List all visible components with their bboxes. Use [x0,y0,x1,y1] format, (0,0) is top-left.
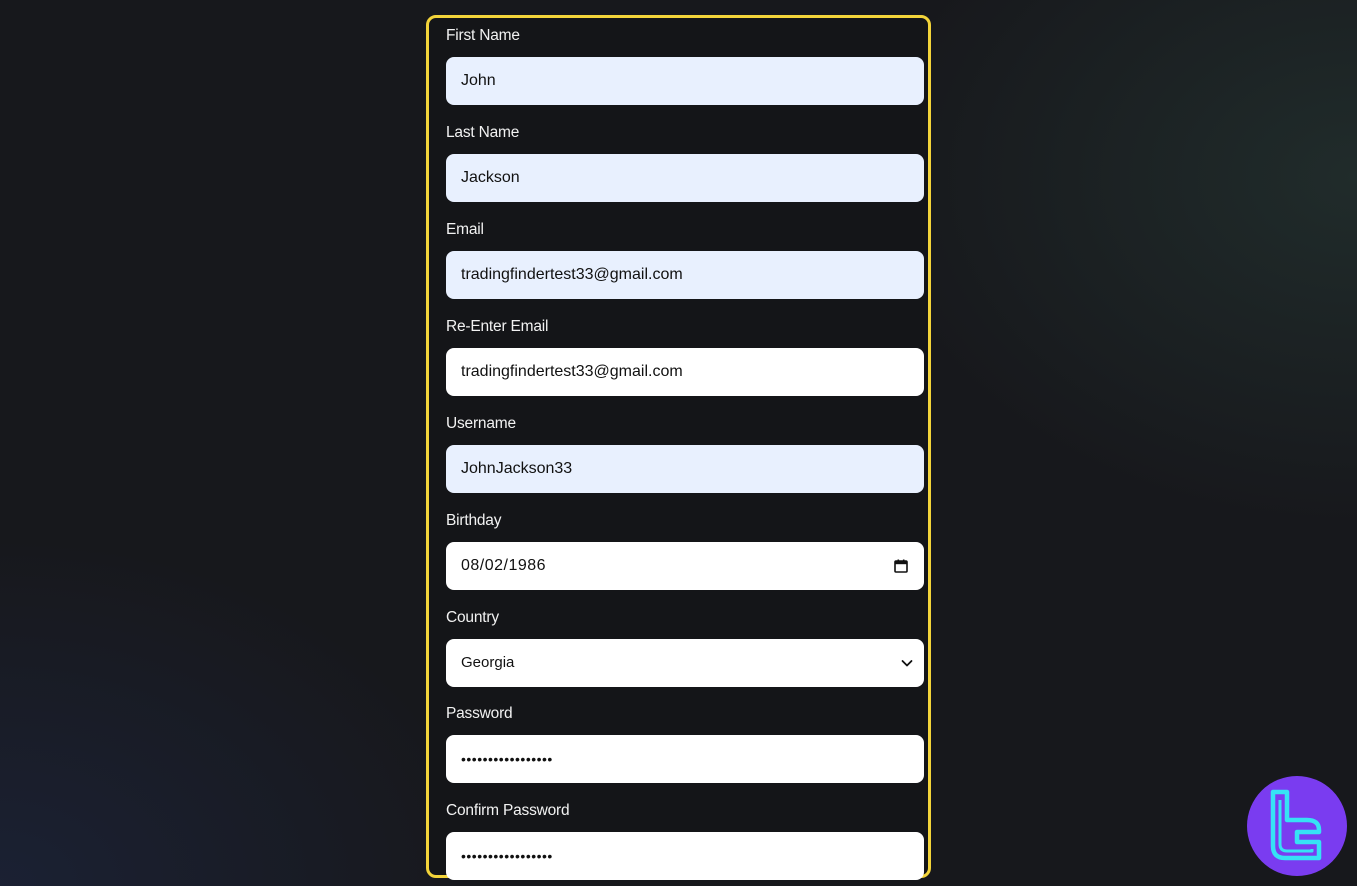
password-input[interactable]: ••••••••••••••••• [446,735,924,783]
password-value: ••••••••••••••••• [461,751,553,767]
username-value: JohnJackson33 [461,460,573,477]
last-name-value: Jackson [461,169,520,186]
password-label: Password [446,705,513,722]
country-label: Country [446,609,499,626]
last-name-input[interactable]: Jackson [446,154,924,202]
email-value: tradingfindertest33@gmail.com [461,266,683,283]
first-name-input[interactable]: John [446,57,924,105]
email-input[interactable]: tradingfindertest33@gmail.com [446,251,924,299]
birthday-value: 08/02/1986 [461,557,547,574]
re-enter-email-input[interactable]: tradingfindertest33@gmail.com [446,348,924,396]
last-name-label: Last Name [446,124,520,141]
confirm-password-label: Confirm Password [446,802,570,819]
chevron-down-icon [901,660,913,667]
username-input[interactable]: JohnJackson33 [446,445,924,493]
email-group: Email tradingfindertest33@gmail.com [446,220,924,299]
logo-icon [1270,789,1322,861]
re-enter-email-group: Re-Enter Email tradingfindertest33@gmail… [446,317,924,396]
first-name-group: First Name John [446,26,924,105]
birthday-group: Birthday 08/02/1986 [446,511,924,590]
confirm-password-group: Confirm Password ••••••••••••••••• [446,801,924,880]
confirm-password-value: ••••••••••••••••• [461,848,553,864]
username-group: Username JohnJackson33 [446,414,924,493]
confirm-password-input[interactable]: ••••••••••••••••• [446,832,924,880]
country-group: Country Georgia [446,608,924,687]
username-label: Username [446,415,516,432]
calendar-icon[interactable] [894,559,908,573]
first-name-label: First Name [446,27,520,44]
country-select[interactable]: Georgia [446,639,924,687]
registration-form: First Name John Last Name Jackson Email … [426,15,931,880]
country-value: Georgia [461,654,515,671]
birthday-label: Birthday [446,512,502,529]
email-label: Email [446,221,484,238]
last-name-group: Last Name Jackson [446,123,924,202]
re-enter-email-value: tradingfindertest33@gmail.com [461,363,683,380]
birthday-input[interactable]: 08/02/1986 [446,542,924,590]
first-name-value: John [461,72,496,89]
password-group: Password ••••••••••••••••• [446,704,924,783]
re-enter-email-label: Re-Enter Email [446,318,549,335]
logo-badge [1247,776,1347,876]
